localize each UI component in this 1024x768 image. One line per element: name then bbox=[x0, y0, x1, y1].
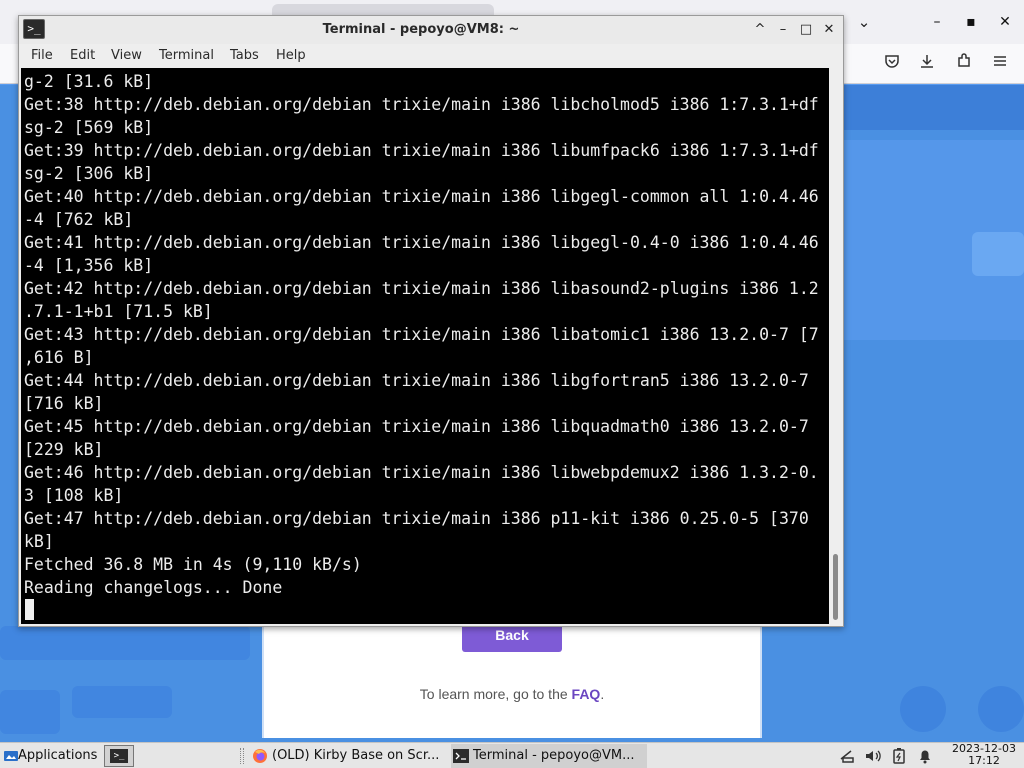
terminal-line: Get:43 http://deb.debian.org/debian trix… bbox=[24, 325, 819, 344]
terminal-line: .7.1-1+b1 [71.5 kB] bbox=[24, 302, 213, 321]
applications-icon bbox=[4, 751, 18, 761]
pocket-icon[interactable] bbox=[879, 52, 905, 76]
page-block bbox=[0, 626, 250, 660]
terminal-line: [716 kB] bbox=[24, 394, 104, 413]
terminal-line: sg-2 [306 kB] bbox=[24, 164, 154, 183]
minimize-button[interactable]: – bbox=[773, 20, 793, 40]
menu-help[interactable]: Help bbox=[276, 44, 306, 68]
task-terminal[interactable]: Terminal - pepoyo@VM... bbox=[451, 744, 647, 768]
scrollbar-thumb[interactable] bbox=[833, 554, 838, 620]
terminal-text: g-2 [31.6 kB] Get:38 http://deb.debian.or… bbox=[24, 70, 828, 599]
task-terminal-label: Terminal - pepoyo@VM... bbox=[473, 748, 635, 763]
task-firefox-label: (OLD) Kirby Base on Scr... bbox=[272, 748, 440, 763]
page-round-button bbox=[978, 686, 1024, 732]
terminal-output[interactable]: g-2 [31.6 kB] Get:38 http://deb.debian.or… bbox=[21, 68, 829, 624]
network-icon[interactable] bbox=[838, 747, 856, 765]
terminal-line: -4 [762 kB] bbox=[24, 210, 134, 229]
faq-suffix: . bbox=[600, 686, 605, 702]
terminal-line: Get:38 http://deb.debian.org/debian trix… bbox=[24, 95, 819, 114]
terminal-line: Get:41 http://deb.debian.org/debian trix… bbox=[24, 233, 819, 252]
download-icon[interactable] bbox=[914, 52, 940, 76]
page-block bbox=[0, 690, 60, 734]
terminal-line: Fetched 36.8 MB in 4s (9,110 kB/s) bbox=[24, 555, 362, 574]
browser-close-button[interactable]: ✕ bbox=[992, 10, 1018, 34]
window-title: Terminal - pepoyo@VM8: ~ bbox=[322, 22, 520, 37]
taskbar-separator bbox=[240, 748, 244, 764]
close-button[interactable]: ✕ bbox=[819, 20, 839, 40]
menu-tabs[interactable]: Tabs bbox=[230, 44, 259, 68]
page-block bbox=[72, 686, 172, 718]
menu-file[interactable]: File bbox=[31, 44, 53, 68]
terminal-titlebar[interactable]: >_ Terminal - pepoyo@VM8: ~ ^ – □ ✕ bbox=[19, 16, 843, 44]
terminal-line: Get:40 http://deb.debian.org/debian trix… bbox=[24, 187, 819, 206]
firefox-icon bbox=[253, 749, 267, 763]
shade-button[interactable]: ^ bbox=[750, 20, 770, 40]
terminal-line: Reading changelogs... Done bbox=[24, 578, 283, 597]
terminal-window: >_ Terminal - pepoyo@VM8: ~ ^ – □ ✕ File… bbox=[18, 15, 844, 627]
terminal-scrollbar[interactable] bbox=[829, 68, 843, 624]
terminal-line: Get:44 http://deb.debian.org/debian trix… bbox=[24, 371, 809, 390]
terminal-icon: >_ bbox=[110, 749, 128, 763]
applications-label: Applications bbox=[18, 748, 98, 763]
battery-icon[interactable] bbox=[890, 747, 908, 765]
menu-edit[interactable]: Edit bbox=[70, 44, 95, 68]
page-header bbox=[844, 85, 1024, 130]
maximize-button[interactable]: □ bbox=[796, 20, 816, 40]
terminal-icon bbox=[453, 749, 469, 763]
task-firefox[interactable]: (OLD) Kirby Base on Scr... bbox=[250, 744, 446, 768]
terminal-line: 3 [108 kB] bbox=[24, 486, 124, 505]
browser-maximize-button[interactable]: ▪ bbox=[958, 10, 984, 34]
terminal-line: g-2 [31.6 kB] bbox=[24, 72, 154, 91]
text-cursor bbox=[25, 599, 34, 620]
page-thumbnail bbox=[972, 232, 1024, 276]
hamburger-menu-icon[interactable] bbox=[987, 52, 1013, 76]
applications-menu[interactable]: Applications bbox=[2, 745, 97, 767]
terminal-menubar: File Edit View Terminal Tabs Help bbox=[19, 44, 843, 68]
terminal-line: ,616 B] bbox=[24, 348, 94, 367]
menu-terminal[interactable]: Terminal bbox=[159, 44, 214, 68]
taskbar: Applications >_ (OLD) Kirby Base on Scr.… bbox=[0, 742, 1024, 768]
terminal-line: sg-2 [569 kB] bbox=[24, 118, 154, 137]
terminal-line: Get:39 http://deb.debian.org/debian trix… bbox=[24, 141, 819, 160]
faq-link[interactable]: FAQ bbox=[572, 686, 601, 702]
terminal-launcher[interactable]: >_ bbox=[104, 745, 134, 767]
chevron-down-icon[interactable]: ⌄ bbox=[852, 10, 876, 34]
terminal-line: Get:46 http://deb.debian.org/debian trix… bbox=[24, 463, 819, 482]
terminal-line: Get:47 http://deb.debian.org/debian trix… bbox=[24, 509, 809, 528]
clock[interactable]: 2023-12-03 17:12 bbox=[948, 743, 1020, 767]
clock-time: 17:12 bbox=[968, 754, 1000, 767]
faq-text: To learn more, go to the FAQ. bbox=[262, 686, 762, 702]
notification-bell-icon[interactable] bbox=[916, 747, 934, 765]
browser-minimize-button[interactable]: – bbox=[924, 10, 950, 34]
terminal-line: Get:42 http://deb.debian.org/debian trix… bbox=[24, 279, 819, 298]
extensions-icon[interactable] bbox=[951, 52, 977, 76]
faq-prefix: To learn more, go to the bbox=[419, 686, 572, 702]
terminal-line: kB] bbox=[24, 532, 54, 551]
page-round-button bbox=[900, 686, 946, 732]
volume-icon[interactable] bbox=[864, 747, 882, 765]
terminal-line: [229 kB] bbox=[24, 440, 104, 459]
terminal-line: -4 [1,356 kB] bbox=[24, 256, 154, 275]
menu-view[interactable]: View bbox=[111, 44, 142, 68]
terminal-line: Get:45 http://deb.debian.org/debian trix… bbox=[24, 417, 809, 436]
